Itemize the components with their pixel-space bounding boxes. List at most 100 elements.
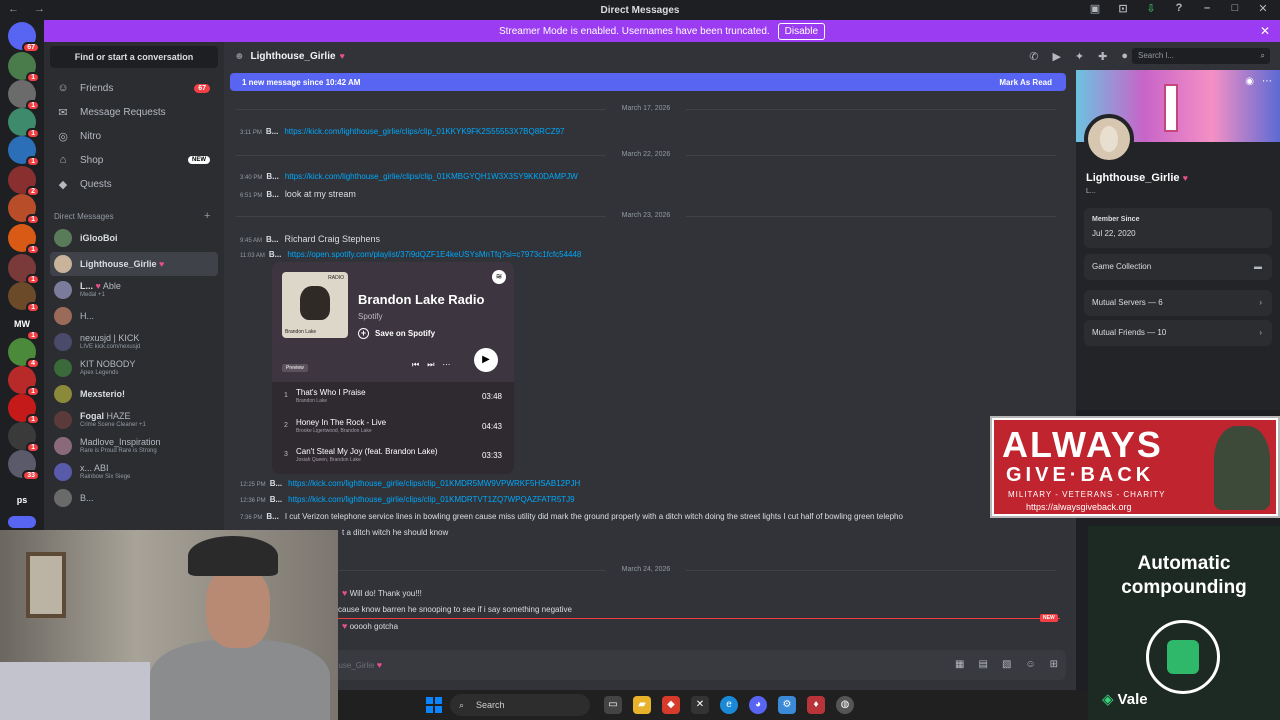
server-mw-icon[interactable]: MW 1	[8, 310, 40, 341]
dm-item[interactable]: L... ♥ Able Medal +1	[50, 278, 218, 302]
server-icon[interactable]: 1	[8, 254, 40, 285]
dm-item[interactable]: Mexsterio!	[50, 382, 218, 406]
new-messages-bar[interactable]: 1 new message since 10:42 AM Mark As Rea…	[230, 73, 1066, 91]
app-icon[interactable]: ✕	[691, 696, 709, 714]
album-art: RADIO Brandon Lake	[282, 272, 348, 338]
dm-item[interactable]: Fogal HAZE Crime Scene Cleaner +1	[50, 408, 218, 432]
download-icon[interactable]: ⇩	[1144, 2, 1158, 15]
mutual-friends-row[interactable]: Mutual Friends — 10 ›	[1084, 320, 1272, 346]
server-icon[interactable]: 1	[8, 394, 40, 425]
add-friend-icon[interactable]: ✚	[1098, 50, 1107, 63]
app-icon[interactable]: ◍	[836, 696, 854, 714]
minimize-button[interactable]: –	[1200, 2, 1214, 15]
more-options-icon[interactable]: ⋯	[442, 360, 458, 369]
maximize-button[interactable]: □	[1228, 2, 1242, 15]
close-banner-icon[interactable]: ✕	[1260, 24, 1270, 38]
search-icon: ⌕	[1260, 51, 1265, 60]
previous-track-icon[interactable]: ⏮	[412, 360, 427, 369]
file-explorer-icon[interactable]: ▰	[633, 696, 651, 714]
message-link[interactable]: https://open.spotify.com/playlist/37i9dQ…	[287, 250, 581, 259]
sticker-icon[interactable]: ▧	[1002, 650, 1011, 680]
message-link[interactable]: https://kick.com/lighthouse_girlie/clips…	[285, 172, 578, 181]
server-icon[interactable]: 1	[8, 136, 40, 167]
apps-icon[interactable]: ⊞	[1050, 650, 1058, 680]
dm-item[interactable]: iGlooBoi	[50, 226, 218, 250]
pin-icon[interactable]: ⊡	[1116, 2, 1130, 15]
server-icon[interactable]: 1	[8, 422, 40, 453]
server-icon[interactable]: 4	[8, 338, 40, 369]
gift-icon[interactable]: ▦	[955, 650, 964, 680]
dm-item[interactable]: nexusjd | KICK LIVE kick.com/nexusjd	[50, 330, 218, 354]
message: 7:36 PM B... I cut Verizon telephone servi…	[240, 512, 903, 521]
soldier-logo-icon	[1214, 426, 1270, 510]
close-window-button[interactable]: ✕	[1256, 2, 1270, 15]
mutual-servers-row[interactable]: Mutual Servers — 6 ›	[1084, 290, 1272, 316]
save-on-spotify-button[interactable]: + Save on Spotify	[358, 328, 435, 339]
app-icon[interactable]: ♦	[807, 696, 825, 714]
voice-call-icon[interactable]: ✆	[1029, 50, 1038, 63]
server-icon[interactable]: 1	[8, 366, 40, 397]
track-row[interactable]: 2 Honey In The Rock - Live Brooke Ligertwo…	[282, 416, 506, 438]
track-row[interactable]: 1 That's Who I Praise Brandon Lake 03:48	[282, 386, 506, 408]
dm-item-selected[interactable]: Lighthouse_Girlie ♥	[50, 252, 218, 276]
profile-toggle-icon[interactable]: ●	[1121, 50, 1128, 63]
app-icon[interactable]: ◆	[662, 696, 680, 714]
find-conversation-input[interactable]: Find or start a conversation	[50, 46, 218, 68]
pinned-icon[interactable]: ✦	[1075, 50, 1084, 63]
message-link[interactable]: https://kick.com/lighthouse_girlie/clips…	[284, 127, 564, 136]
profile-avatar[interactable]	[1084, 114, 1134, 164]
server-icon[interactable]: 1	[8, 52, 40, 83]
nav-arrows-icon[interactable]: ← →	[8, 3, 51, 15]
message-link[interactable]: https://kick.com/lighthouse_girlie/clips…	[288, 495, 574, 504]
taskbar-search[interactable]: ⌕ Search	[450, 694, 590, 716]
avatar	[54, 255, 72, 273]
create-dm-icon[interactable]: +	[204, 210, 210, 222]
nav-shop[interactable]: ⌂ Shop NEW	[50, 149, 218, 171]
spotify-logo-icon: ≋	[492, 270, 506, 284]
home-discord-icon[interactable]: 67	[8, 22, 40, 53]
dm-item[interactable]: x... ABI Rainbow Six Siege	[50, 460, 218, 484]
edge-icon[interactable]: e	[720, 696, 738, 714]
track-row[interactable]: 3 Can't Steal My Joy (feat. Brandon Lake)…	[282, 445, 506, 467]
server-icon[interactable]: 2	[8, 166, 40, 197]
dm-item[interactable]: Madlove_Inspiration Rare is Proud Rare is…	[50, 434, 218, 458]
inbox-icon[interactable]: ▣	[1088, 2, 1102, 15]
discord-icon[interactable]: ◕	[749, 696, 767, 714]
avatar	[54, 229, 72, 247]
disable-streamer-button[interactable]: Disable	[777, 22, 826, 40]
nav-quests[interactable]: ◆ Quests	[50, 173, 218, 195]
profile-action-icon[interactable]: ◉	[1245, 76, 1254, 87]
video-call-icon[interactable]: ▶	[1052, 50, 1060, 63]
server-icon[interactable]: 1	[8, 80, 40, 111]
app-icon[interactable]: ⚙	[778, 696, 796, 714]
nav-message-requests[interactable]: ✉ Message Requests	[50, 101, 218, 123]
server-icon[interactable]: 1	[8, 108, 40, 139]
server-icon[interactable]	[8, 516, 36, 528]
message: 3:11 PM B... https://kick.com/lighthouse_g…	[240, 127, 565, 136]
message-link[interactable]: https://kick.com/lighthouse_girlie/clips…	[288, 479, 580, 488]
task-view-icon[interactable]: ▭	[604, 696, 622, 714]
server-icon[interactable]: 1	[8, 194, 40, 225]
gif-icon[interactable]: ▤	[978, 650, 987, 680]
server-icon[interactable]: 1	[8, 224, 40, 255]
profile-subtitle: L...	[1086, 188, 1096, 195]
emoji-icon[interactable]: ☺	[1025, 650, 1035, 680]
server-ps-icon[interactable]: ps	[8, 486, 36, 514]
server-icon[interactable]: 33	[8, 450, 40, 481]
more-icon[interactable]: ⋯	[1262, 76, 1272, 87]
dm-item[interactable]: B...	[50, 486, 218, 510]
server-icon[interactable]: 1	[8, 282, 40, 313]
mark-as-read-button[interactable]: Mark As Read	[999, 78, 1052, 87]
help-icon[interactable]: ?	[1172, 2, 1186, 15]
message-input[interactable]: ouse_Girlie ♥ ▦ ▤ ▧ ☺ ⊞	[234, 650, 1066, 680]
game-collection-row[interactable]: Game Collection ▬	[1084, 254, 1272, 280]
nav-friends[interactable]: ☺ Friends 67	[50, 77, 218, 99]
dm-item[interactable]: KIT NOBODY Apex Legends	[50, 356, 218, 380]
windows-start-icon[interactable]	[426, 697, 442, 713]
nav-nitro[interactable]: ◎ Nitro	[50, 125, 218, 147]
search-input[interactable]: Search l... ⌕	[1132, 48, 1270, 64]
next-track-icon[interactable]: ⏭	[427, 360, 442, 369]
spotify-embed[interactable]: RADIO Brandon Lake Brandon Lake Radio Sp…	[272, 262, 514, 474]
dm-item[interactable]: H...	[50, 304, 218, 328]
play-button[interactable]: ▶	[474, 348, 498, 372]
